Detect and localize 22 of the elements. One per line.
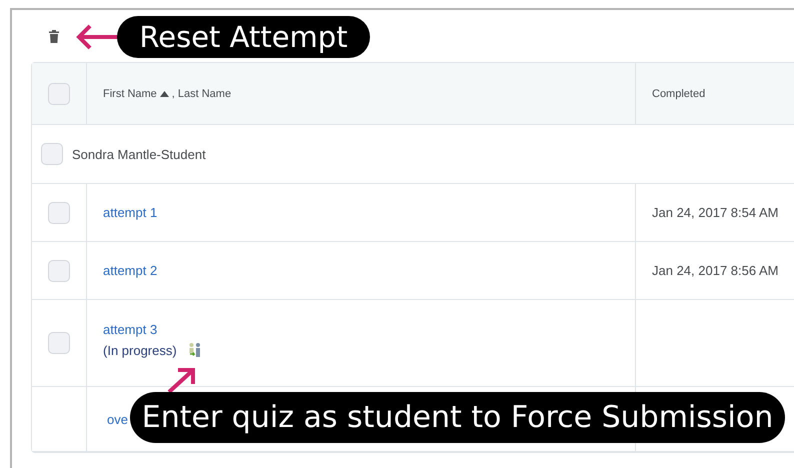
checkbox[interactable] (41, 143, 63, 165)
arrow (166, 367, 196, 393)
checkbox[interactable] (48, 332, 70, 354)
completed-date: Jan 24, 2017 8:54 AM (652, 205, 778, 220)
attempt-link[interactable]: attempt 2 (103, 263, 158, 278)
callout-label: Enter quiz as student to Force Submission (130, 392, 785, 443)
attempt-status: (In progress) (103, 342, 177, 358)
users-icon[interactable] (186, 342, 203, 358)
arrow (76, 24, 118, 50)
student-name: Sondra Mantle-Student (72, 146, 206, 162)
checkbox[interactable] (48, 82, 70, 104)
column-header[interactable]: , Last Name (172, 88, 232, 100)
callout-label: Reset Attempt (117, 16, 370, 58)
completed-date: Jan 24, 2017 8:56 AM (652, 263, 778, 278)
column-header[interactable]: Completed (652, 88, 706, 100)
attempt-link[interactable]: attempt 1 (103, 205, 158, 220)
checkbox[interactable] (48, 260, 70, 282)
checkbox[interactable] (48, 202, 70, 224)
overall-link[interactable]: ove (107, 412, 128, 426)
trash-icon[interactable] (49, 30, 59, 42)
attempt-link[interactable]: attempt 3 (103, 322, 158, 337)
column-header[interactable]: First Name (103, 88, 157, 100)
